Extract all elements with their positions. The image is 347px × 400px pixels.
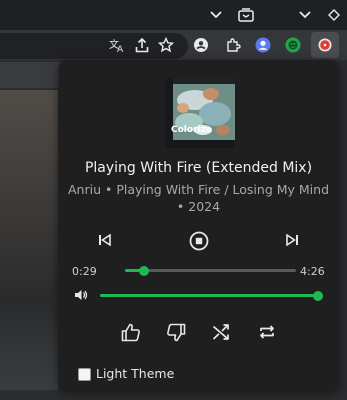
like-button[interactable] — [120, 322, 142, 342]
shuffle-button[interactable] — [211, 322, 231, 342]
track-subtitle: Anriu • Playing With Fire / Losing My Mi… — [68, 182, 329, 214]
album-art-image — [165, 78, 235, 148]
page-header-strip — [0, 62, 60, 88]
share-icon[interactable] — [133, 36, 151, 54]
elapsed-time: 0:29 — [72, 265, 97, 278]
repeat-icon — [260, 325, 274, 339]
svg-text:A: A — [117, 45, 124, 53]
track-title: Playing With Fire (Extended Mix) — [84, 160, 313, 176]
repeat-button[interactable] — [257, 322, 277, 342]
thumbs-up-icon — [121, 323, 140, 341]
light-theme-checkbox[interactable] — [78, 368, 91, 381]
browser-toolbar: 文A — [0, 30, 347, 60]
bookmark-star-icon[interactable] — [157, 36, 175, 54]
total-time: 4:26 — [300, 265, 325, 278]
translate-icon[interactable]: 文A — [108, 36, 126, 54]
diamond-icon[interactable] — [326, 7, 342, 23]
page-video-thumbnail — [0, 90, 58, 390]
progress-track[interactable] — [125, 269, 296, 272]
volume-thumb[interactable] — [313, 290, 323, 301]
volume-icon — [75, 290, 88, 300]
window-top-bar — [0, 0, 347, 30]
chevron-down-icon[interactable] — [208, 7, 224, 23]
extension-red-icon[interactable] — [311, 32, 339, 58]
stop-button[interactable] — [188, 230, 210, 252]
thumbs-down-icon — [167, 323, 186, 341]
progress-thumb[interactable] — [138, 265, 149, 276]
light-theme-label: Light Theme — [96, 366, 175, 381]
shuffle-icon — [212, 324, 229, 340]
media-player-popup: Colorize Playing With Fire (Extended Mix… — [59, 60, 338, 390]
stop-icon — [189, 231, 209, 251]
album-art: Colorize — [165, 78, 235, 148]
chevron-down-icon[interactable] — [297, 7, 313, 23]
profile-icon[interactable] — [254, 36, 272, 54]
skip-next-icon — [286, 234, 298, 246]
account-icon[interactable] — [192, 36, 210, 54]
previous-track-button[interactable] — [96, 231, 114, 249]
extensions-icon[interactable] — [224, 36, 242, 54]
volume-fill — [100, 294, 318, 297]
next-track-button[interactable] — [283, 231, 301, 249]
dislike-button[interactable] — [165, 322, 187, 342]
skip-previous-icon — [99, 234, 111, 246]
volume-button[interactable] — [73, 288, 89, 302]
extension-green-icon[interactable] — [284, 36, 302, 54]
album-art-logo-text: Colorize — [171, 125, 212, 135]
tab-search-icon[interactable] — [238, 7, 254, 23]
